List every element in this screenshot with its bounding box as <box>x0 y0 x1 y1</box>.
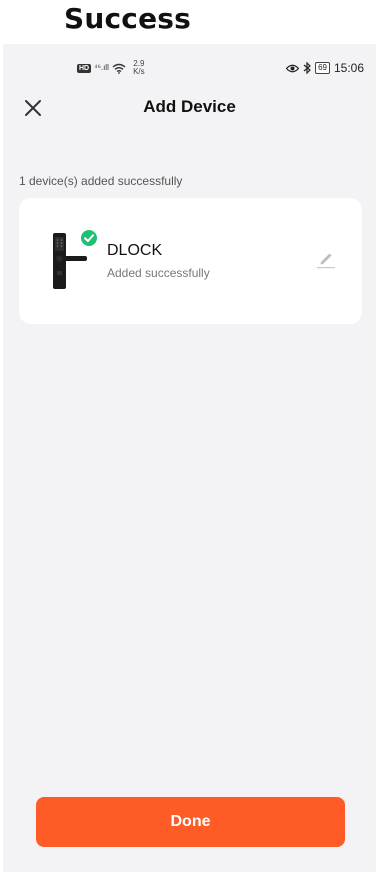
signal-icon: ⁴⁶.ıll <box>94 63 109 72</box>
device-name: DLOCK <box>107 242 163 259</box>
status-bar-left: HD ⁴⁶.ıll 2.9 K/s <box>77 60 149 76</box>
device-card[interactable]: DLOCK Added successfully <box>19 198 362 324</box>
eye-icon <box>286 64 300 72</box>
done-button[interactable]: Done <box>36 797 345 847</box>
status-time: 15:06 <box>333 61 364 75</box>
status-bar-right: 69 15:06 <box>286 61 364 75</box>
success-check-badge <box>79 228 99 248</box>
bluetooth-icon <box>303 62 311 74</box>
edit-pencil-icon <box>317 253 335 269</box>
hd-icon: HD <box>77 63 92 73</box>
app-screen: HD ⁴⁶.ıll 2.9 K/s 69 15:06 Add Device 1 … <box>3 44 376 872</box>
edit-device-name-button[interactable] <box>315 248 337 270</box>
app-header: Add Device <box>3 90 376 130</box>
check-icon <box>84 234 94 242</box>
banner-title: Success <box>64 2 192 35</box>
network-speed-unit: K/s <box>133 67 145 76</box>
wifi-icon <box>112 63 126 74</box>
battery-icon: 69 <box>315 62 330 74</box>
page-title: Add Device <box>143 97 236 116</box>
device-status: Added successfully <box>107 266 210 280</box>
success-summary: 1 device(s) added successfully <box>19 174 183 188</box>
success-banner: Success <box>0 0 378 44</box>
status-bar: HD ⁴⁶.ıll 2.9 K/s 69 15:06 <box>3 44 376 90</box>
network-speed: 2.9 K/s <box>129 60 149 76</box>
